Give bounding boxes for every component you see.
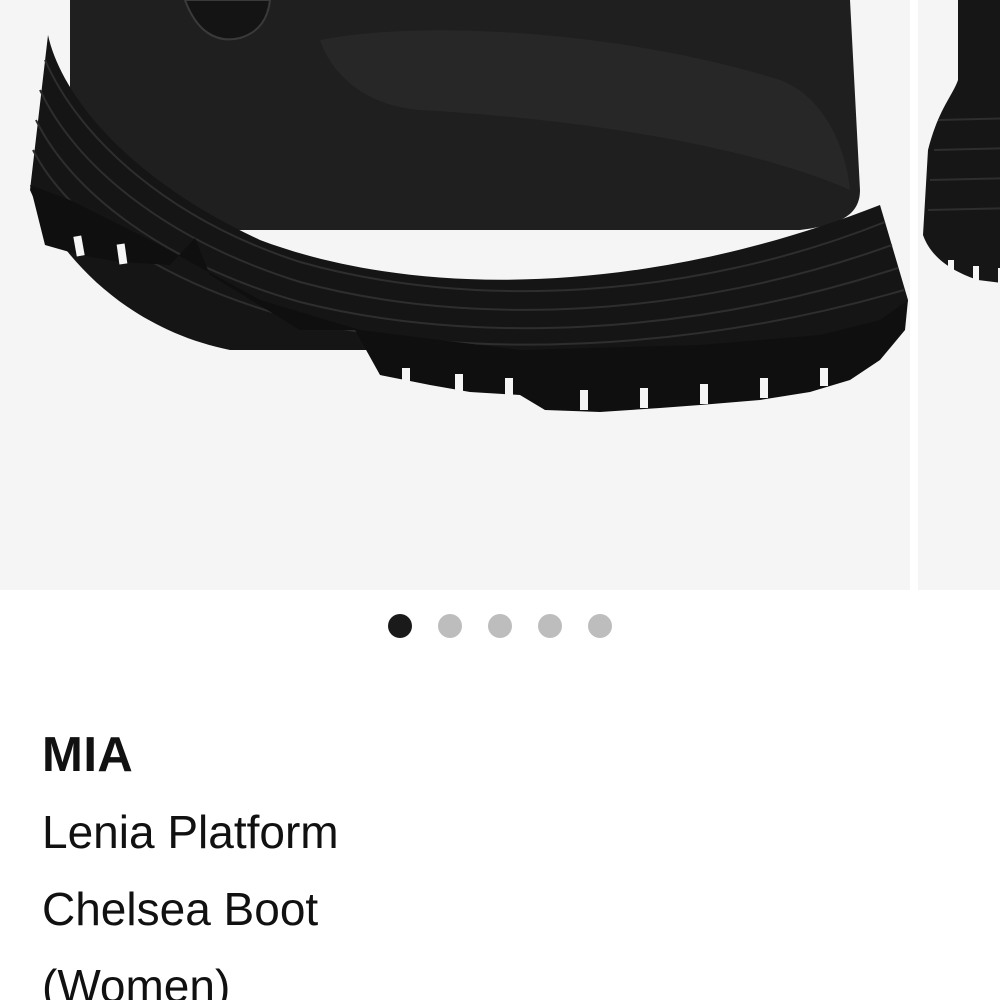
product-image[interactable] [0,0,910,590]
carousel-dot-2[interactable] [437,614,462,638]
carousel-dot-4[interactable] [537,614,562,638]
carousel-pagination [0,613,1000,639]
boot-image-peek [923,0,1000,284]
product-info: MIA Lenia Platform Chelsea Boot (Women) [42,722,942,1000]
next-product-image-peek[interactable] [918,0,1000,590]
carousel-dot-3[interactable] [487,614,512,638]
boot-image [30,0,908,412]
product-page: MIA Lenia Platform Chelsea Boot (Women) [0,0,1000,1000]
product-brand-link[interactable]: MIA [42,722,942,788]
carousel-dot-1[interactable] [387,614,412,638]
product-title: Lenia Platform Chelsea Boot (Women) [42,806,339,1000]
product-image-carousel[interactable] [0,0,1000,592]
carousel-dot-5[interactable] [587,614,612,638]
